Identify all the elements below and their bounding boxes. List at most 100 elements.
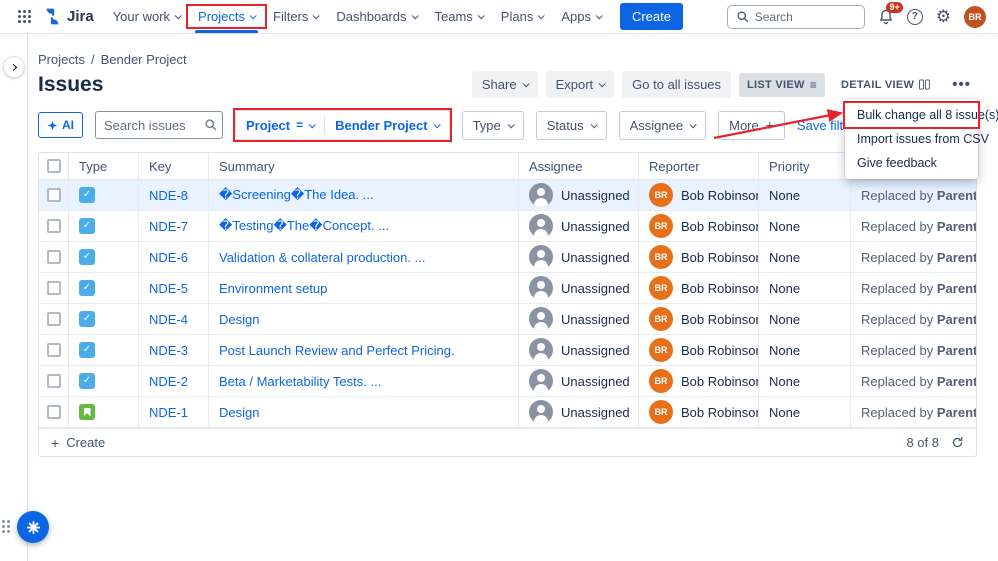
table-row[interactable]: NDE-2 Beta / Marketability Tests. ... Un… <box>39 366 976 397</box>
search-issues-field[interactable] <box>95 111 223 139</box>
list-view-label: LIST VIEW <box>747 79 805 91</box>
row-checkbox[interactable] <box>47 343 61 357</box>
column-header-key[interactable]: Key <box>139 153 209 179</box>
breadcrumb-project-link[interactable]: Bender Project <box>101 52 187 67</box>
row-checkbox[interactable] <box>47 250 61 264</box>
issue-key-link[interactable]: NDE-3 <box>149 343 188 358</box>
expand-sidebar-button[interactable] <box>3 56 25 78</box>
type-filter-dropdown[interactable]: Type <box>462 111 524 140</box>
column-header-summary[interactable]: Summary <box>209 153 519 179</box>
global-search[interactable] <box>727 5 865 29</box>
menu-item-bulk-change[interactable]: Bulk change all 8 issue(s) <box>845 103 978 127</box>
issue-key-link[interactable]: NDE-7 <box>149 219 188 234</box>
nav-teams[interactable]: Teams <box>426 0 492 33</box>
chevron-down-icon <box>596 12 603 19</box>
plus-icon: + <box>766 118 774 132</box>
column-header-priority[interactable]: Priority <box>759 153 851 179</box>
create-issue-button[interactable]: +Create <box>51 435 105 450</box>
issue-summary-link[interactable]: Design <box>219 405 259 420</box>
app-switcher-button[interactable] <box>12 0 37 33</box>
table-row[interactable]: NDE-3 Post Launch Review and Perfect Pri… <box>39 335 976 366</box>
issue-key-link[interactable]: NDE-4 <box>149 312 188 327</box>
reporter-value: Bob Robinson <box>681 219 759 234</box>
row-checkbox[interactable] <box>47 312 61 326</box>
ellipsis-icon: ••• <box>952 76 971 93</box>
replaced-bold: Parent <box>937 188 976 203</box>
search-icon <box>204 118 217 131</box>
go-to-all-issues-button[interactable]: Go to all issues <box>622 71 731 98</box>
reporter-value: Bob Robinson <box>681 374 759 389</box>
select-all-checkbox[interactable] <box>47 159 61 173</box>
issue-key-link[interactable]: NDE-2 <box>149 374 188 389</box>
issue-key-link[interactable]: NDE-1 <box>149 405 188 420</box>
detail-view-toggle[interactable]: DETAIL VIEW <box>833 73 938 97</box>
row-checkbox[interactable] <box>47 281 61 295</box>
column-header-assignee[interactable]: Assignee <box>519 153 639 179</box>
more-filters-button[interactable]: More+ <box>718 111 785 140</box>
project-filter-value[interactable]: Bender Project <box>325 111 448 139</box>
issue-summary-link[interactable]: Validation & collateral production. ... <box>219 250 425 265</box>
detail-view-label: DETAIL VIEW <box>841 79 914 91</box>
row-checkbox[interactable] <box>47 374 61 388</box>
jira-logo[interactable]: Jira <box>39 0 102 33</box>
column-header-type[interactable]: Type <box>69 153 139 179</box>
atlassian-assist-button[interactable] <box>17 511 49 543</box>
project-filter-field[interactable]: Project = <box>236 111 324 139</box>
breadcrumb-projects-link[interactable]: Projects <box>38 52 85 67</box>
table-row[interactable]: NDE-4 Design Unassigned BRBob Robinson N… <box>39 304 976 335</box>
status-filter-dropdown[interactable]: Status <box>536 111 607 140</box>
list-icon: ≡ <box>810 79 817 91</box>
priority-value: None <box>769 405 800 420</box>
reporter-value: Bob Robinson <box>681 312 759 327</box>
nav-apps[interactable]: Apps <box>552 0 610 33</box>
nav-your-work[interactable]: Your work <box>104 0 189 33</box>
project-filter-label: Project <box>246 118 290 133</box>
menu-item-import-csv[interactable]: Import issues from CSV <box>845 127 978 151</box>
create-button[interactable]: Create <box>620 3 683 30</box>
share-button[interactable]: Share <box>472 71 538 98</box>
table-row[interactable]: NDE-5 Environment setup Unassigned BRBob… <box>39 273 976 304</box>
user-avatar[interactable]: BR <box>964 6 986 28</box>
assignee-filter-dropdown[interactable]: Assignee <box>619 111 706 140</box>
table-row[interactable]: NDE-8 �Screening�The Idea. ... Unassigne… <box>39 180 976 211</box>
nav-filters[interactable]: Filters <box>264 0 327 33</box>
issue-summary-link[interactable]: Beta / Marketability Tests. ... <box>219 374 381 389</box>
drag-handle[interactable] <box>2 520 11 534</box>
column-header-reporter[interactable]: Reporter <box>639 153 759 179</box>
notifications-button[interactable]: 9+ <box>878 9 894 25</box>
issue-key-link[interactable]: NDE-8 <box>149 188 188 203</box>
list-view-toggle[interactable]: LIST VIEW ≡ <box>739 73 825 97</box>
issues-table: Type Key Summary Assignee Reporter Prior… <box>38 152 977 457</box>
table-row[interactable]: NDE-6 Validation & collateral production… <box>39 242 976 273</box>
row-checkbox[interactable] <box>47 188 61 202</box>
global-search-input[interactable] <box>755 10 856 24</box>
unassigned-avatar-icon <box>529 369 553 393</box>
row-checkbox[interactable] <box>47 405 61 419</box>
issue-summary-link[interactable]: Post Launch Review and Perfect Pricing. <box>219 343 455 358</box>
nav-projects[interactable]: Projects <box>189 0 264 33</box>
chevron-down-icon <box>522 80 529 87</box>
issue-key-link[interactable]: NDE-5 <box>149 281 188 296</box>
issue-summary-link[interactable]: Environment setup <box>219 281 327 296</box>
settings-button[interactable]: ⚙ <box>936 8 951 25</box>
issue-summary-link[interactable]: �Testing�The�Concept. ... <box>219 218 389 234</box>
nav-dashboards[interactable]: Dashboards <box>327 0 425 33</box>
issue-summary-link[interactable]: �Screening�The Idea. ... <box>219 187 374 203</box>
reporter-avatar: BR <box>649 369 673 393</box>
unassigned-avatar-icon <box>529 338 553 362</box>
issue-key-link[interactable]: NDE-6 <box>149 250 188 265</box>
assignee-filter-label: Assignee <box>630 118 683 133</box>
refresh-button[interactable] <box>951 436 964 449</box>
help-button[interactable]: ? <box>907 9 923 25</box>
row-checkbox[interactable] <box>47 219 61 233</box>
table-row[interactable]: NDE-7 �Testing�The�Concept. ... Unassign… <box>39 211 976 242</box>
export-button[interactable]: Export <box>546 71 615 98</box>
ai-button[interactable]: AI <box>38 112 83 138</box>
chevron-down-icon <box>590 121 597 128</box>
more-actions-button[interactable]: ••• <box>946 72 977 97</box>
issue-summary-link[interactable]: Design <box>219 312 259 327</box>
nav-plans[interactable]: Plans <box>492 0 553 33</box>
menu-item-give-feedback[interactable]: Give feedback <box>845 151 978 175</box>
ai-label: AI <box>62 118 74 132</box>
table-row[interactable]: NDE-1 Design Unassigned BRBob Robinson N… <box>39 397 976 428</box>
